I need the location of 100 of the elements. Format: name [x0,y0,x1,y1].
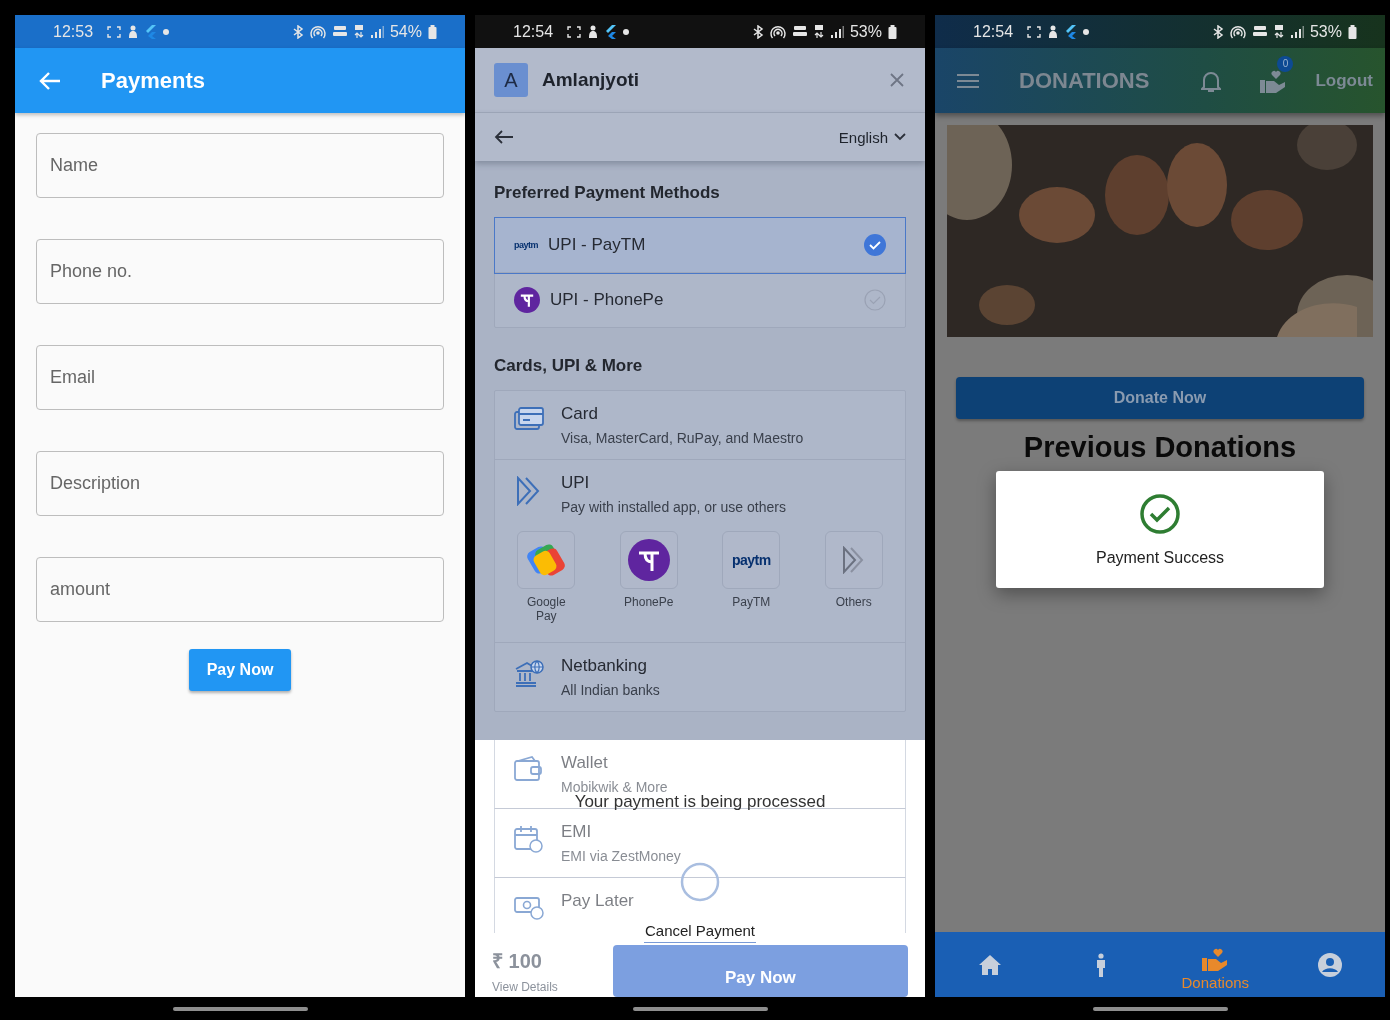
back-arrow-icon[interactable] [494,130,514,144]
flutter-icon [605,24,618,39]
paytm-logo: paytm [514,240,538,250]
section-title: Cards, UPI & More [494,356,644,376]
method-title: EMI [561,822,593,842]
language-dropdown[interactable]: English [838,128,906,146]
battery-icon [428,24,437,39]
donate-now-button[interactable]: Donate Now [956,377,1364,419]
battery-icon [888,24,897,39]
volte-icon [331,25,348,38]
screen-title: Payments [101,67,205,94]
app-logo-icon [627,539,670,581]
text-field[interactable]: Description [36,451,444,516]
battery-percent: 53% [849,22,882,41]
signal-icon [1289,25,1304,38]
status-time: 12:53 [53,22,94,41]
method-title: UPI [561,473,591,493]
screenshot-icon [1027,25,1042,38]
status-time: 12:54 [513,22,554,41]
volte-icon [1251,25,1268,38]
wallet-cards-icon [526,542,567,578]
bank-icon [514,659,544,687]
payment-option[interactable]: UPI - PhonePe [495,273,905,327]
cancel-payment-link[interactable]: Cancel Payment [643,922,757,943]
app-tile[interactable]: paytm [722,531,781,589]
method-title: Wallet [561,753,609,773]
screenshot-icon [567,25,582,38]
option-label: UPI - PayTM [548,235,646,255]
text-field[interactable]: Phone no. [36,239,444,304]
text-field[interactable]: Email [36,345,444,410]
option-label: UPI - PhonePe [550,290,664,310]
method-subtitle: All Indian banks [561,682,660,698]
data-icon [353,24,364,39]
battery-percent: 53% [1309,22,1342,41]
app-label: Google Pay [525,595,567,623]
method-title: Card [561,404,599,424]
hand-heart-icon [1201,946,1230,972]
text-field[interactable]: amount [36,557,444,622]
bluetooth-icon [751,24,764,39]
app-tile[interactable] [517,531,576,589]
close-icon[interactable] [889,72,905,88]
dot-icon [1083,28,1090,35]
screen-title: DONATIONS [1019,67,1150,94]
screenshot-icon [107,25,122,38]
flutter-icon [145,24,158,39]
menu-icon[interactable] [957,72,979,89]
app-logo-icon [514,287,540,313]
app-tile[interactable] [824,531,883,589]
cash-icon [514,894,544,920]
wallet-icon [514,756,544,782]
figure-icon [1047,24,1060,39]
payment-method[interactable]: UPI Pay with installed app, or use others Google Pay PhonePe paytm PayTM Others [495,460,905,643]
figure-icon [587,24,600,39]
card-icon [514,407,544,433]
calendar-icon [514,825,544,853]
processing-message: Your payment is being processed [574,792,826,812]
person-icon [1094,952,1107,977]
method-subtitle: Visa, MasterCard, RuPay, and Maestro [561,430,804,446]
data-icon [813,24,824,39]
merchant-name: Amlanjyoti [542,69,640,91]
count-badge: 0 [1277,55,1294,72]
merchant-avatar: A [494,63,528,97]
amount: ₹ 100 [492,949,543,974]
data-icon [1273,24,1284,39]
hotspot-icon [1229,24,1246,39]
check-circle-icon [1139,492,1181,535]
chevron-down-icon [894,133,906,141]
hotspot-icon [309,24,326,39]
bluetooth-icon [1211,24,1224,39]
method-subtitle: Pay with installed app, or use others [561,499,786,515]
status-time: 12:54 [973,22,1014,41]
battery-icon [1348,24,1357,39]
signal-icon [829,25,844,38]
battery-percent: 54% [389,22,422,41]
loading-spinner [680,862,720,902]
dot-icon [623,28,630,35]
app-tile[interactable] [619,531,678,589]
section-title: Previous Donations [1023,431,1297,464]
volte-icon [791,25,808,38]
payment-method[interactable]: Netbanking All Indian banks [495,643,905,711]
app-label: PayTM [731,595,772,609]
figure-icon [127,24,140,39]
bluetooth-icon [291,24,304,39]
home-icon [978,953,1003,976]
method-title: Netbanking [561,656,648,676]
method-subtitle: EMI via ZestMoney [561,848,681,864]
app-label: PhonePe [623,595,674,609]
method-title: Pay Later [561,891,634,911]
hotspot-icon [769,24,786,39]
signal-icon [369,25,384,38]
app-label: Others [834,595,873,609]
dialog-message: Payment Success [1095,548,1225,567]
profile-icon [1316,951,1343,978]
payment-method[interactable]: Card Visa, MasterCard, RuPay, and Maestro [495,391,905,460]
paytm-logo: paytm [731,552,771,568]
check-circle-icon [864,234,886,256]
payment-option[interactable]: paytm UPI - PayTM [495,218,905,273]
flutter-icon [1065,24,1078,39]
text-field[interactable]: Name [36,133,444,198]
method-subtitle: Mobikwik & More [561,779,668,795]
